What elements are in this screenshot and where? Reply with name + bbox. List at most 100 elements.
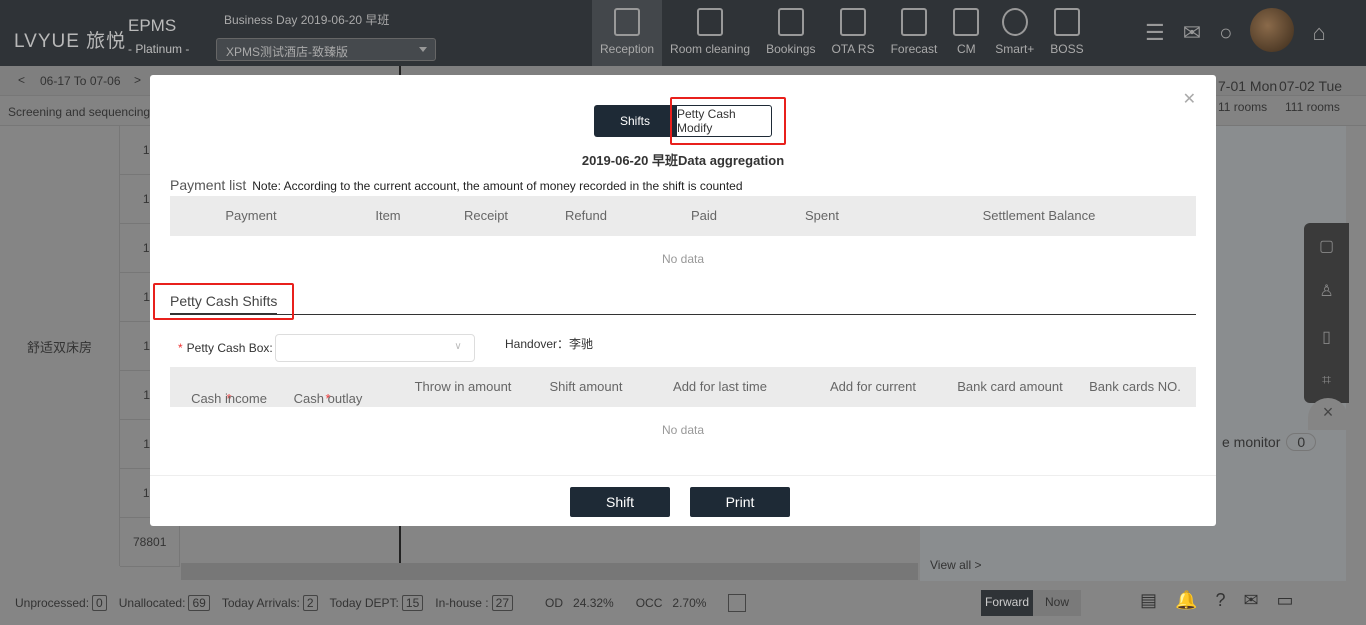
nav-reception[interactable]: Reception	[592, 0, 663, 66]
today-arrivals[interactable]: Today Arrivals: 2	[221, 595, 318, 611]
view-all-link[interactable]: View all >	[930, 558, 981, 572]
nav-label: Reception	[600, 42, 655, 56]
menu-icon[interactable]: ☰	[1145, 20, 1165, 46]
bell-icon[interactable]: 🔔	[1175, 590, 1197, 611]
petty-cash-section: Petty Cash Shifts	[170, 293, 1196, 315]
nav-cm[interactable]: CM	[945, 0, 987, 66]
column-header: Shift amount	[549, 379, 623, 394]
monitor[interactable]: e monitor 0	[1222, 433, 1317, 451]
label: Today DEPT:	[329, 596, 399, 610]
count: 15	[401, 595, 424, 611]
search-icon[interactable]: ○	[1219, 20, 1232, 46]
print-button[interactable]: Print	[690, 487, 790, 517]
count: 27	[491, 595, 513, 611]
shift-button[interactable]: Shift	[570, 487, 670, 517]
od: OD 24.32%	[545, 596, 614, 610]
chart-icon[interactable]	[728, 594, 747, 612]
label: Unprocessed:	[15, 596, 90, 610]
label: In-house :	[435, 596, 489, 610]
new-document-icon[interactable]: ▢	[1319, 236, 1334, 256]
column-header: Item	[375, 208, 401, 223]
mail-icon[interactable]: ✉	[1183, 20, 1201, 46]
now-button[interactable]: Now	[1033, 590, 1082, 616]
column-header: Add for current	[830, 379, 916, 394]
modal-title: 2019-06-20 早班Data aggregation	[581, 153, 785, 168]
monitor-label: e monitor	[1222, 434, 1281, 450]
nav-label: OTA RS	[831, 42, 875, 56]
nav-label: Room cleaning	[670, 42, 751, 56]
nav-smart[interactable]: Smart+	[987, 0, 1042, 66]
user-money-icon[interactable]: ♙	[1319, 281, 1333, 301]
house-person-icon	[697, 8, 724, 36]
business-day: Business Day 2019-06-20 早班	[224, 13, 390, 27]
today-dept[interactable]: Today DEPT: 15	[329, 595, 424, 611]
value: 24.32%	[573, 596, 614, 610]
monitor-count: 0	[1286, 433, 1317, 451]
date-header: 07-02 Tue	[1279, 78, 1343, 94]
document-icon	[777, 8, 804, 36]
date-header: 7-01 Mon	[1218, 78, 1278, 94]
field-label: Petty Cash Box:	[186, 341, 273, 355]
home-icon[interactable]: ⌂	[1312, 20, 1325, 46]
payment-table-header: Payment Item Receipt Refund Paid Spent S…	[170, 196, 1196, 236]
nav-label: BOSS	[1050, 42, 1084, 56]
nav-label: Smart+	[995, 42, 1035, 56]
avatar[interactable]	[1250, 8, 1295, 52]
highlight-box	[153, 283, 294, 320]
no-data: No data	[661, 423, 705, 437]
top-header: LVYUE 旅悦 EPMS - Platinum - Business Day …	[0, 0, 1366, 66]
nav-bookings[interactable]: Bookings	[758, 0, 823, 66]
task-icon[interactable]: ▤	[1140, 590, 1157, 611]
room-type: 舒适双床房	[0, 126, 120, 566]
column-header: Spent	[805, 208, 839, 223]
column-header: Refund	[565, 208, 607, 223]
nav-ota-rs[interactable]: OTA RS	[823, 0, 882, 66]
label: Today Arrivals:	[221, 596, 300, 610]
nav-label: CM	[956, 42, 976, 56]
unprocessed[interactable]: Unprocessed: 0	[15, 595, 107, 611]
column-header: Cash outlay	[293, 391, 363, 406]
chat-icon[interactable]: ▭	[1277, 590, 1294, 611]
presentation-chart-icon	[1053, 8, 1080, 36]
section-label: Payment list	[170, 177, 247, 193]
nav-room-cleaning[interactable]: Room cleaning	[662, 0, 758, 66]
value: 2.70%	[672, 596, 707, 610]
forward-button[interactable]: Forward	[981, 590, 1034, 616]
in-house[interactable]: In-house :27	[435, 595, 513, 611]
help-search-icon[interactable]: ?	[1215, 590, 1225, 611]
column-header: Receipt	[463, 208, 509, 223]
rooms-count: 111 rooms	[1285, 100, 1340, 114]
sidebar-close-icon[interactable]: ×	[1308, 398, 1348, 430]
nav-forecast[interactable]: Forecast	[883, 0, 946, 66]
mail-icon[interactable]: ✉	[1243, 590, 1258, 611]
main-nav: Reception Room cleaning Bookings OTA RS …	[592, 0, 1092, 66]
nav-label: Forecast	[890, 42, 938, 56]
house-gear-icon	[953, 8, 980, 36]
prev-range-icon[interactable]: <	[18, 73, 25, 87]
column-header: Bank card amount	[957, 379, 1063, 394]
no-data: No data	[661, 252, 705, 266]
next-range-icon[interactable]: >	[134, 73, 141, 87]
highlight-box	[670, 97, 786, 145]
notebook-icon[interactable]: ▯	[1322, 327, 1331, 347]
nav-boss[interactable]: BOSS	[1042, 0, 1091, 66]
logo: LVYUE 旅悦	[14, 31, 127, 52]
screening-sequencing[interactable]: Screening and sequencing	[8, 105, 150, 119]
date-range[interactable]: 06-17 To 07-06	[40, 74, 121, 88]
count: 2	[302, 595, 318, 611]
horizontal-scrollbar[interactable]	[181, 563, 918, 580]
petty-cash-box-select[interactable]: ∨	[274, 334, 475, 362]
unallocated[interactable]: Unallocated: 69	[119, 595, 210, 611]
atom-icon	[1001, 8, 1028, 36]
hotel-select[interactable]: XPMS测试酒店-致臻版	[216, 38, 436, 61]
close-icon[interactable]: ✕	[1183, 89, 1196, 109]
product-name: EPMS	[128, 16, 177, 35]
tab-shifts[interactable]: Shifts	[594, 105, 676, 137]
scan-icon[interactable]: ⌗	[1322, 372, 1331, 390]
column-header: Paid	[690, 208, 718, 223]
column-header: Payment	[225, 208, 277, 223]
chevron-down-icon: ∨	[454, 341, 462, 352]
monitor-icon	[614, 8, 641, 36]
payment-note: Note: According to the current account, …	[252, 179, 743, 193]
edition: - Platinum -	[128, 42, 190, 56]
